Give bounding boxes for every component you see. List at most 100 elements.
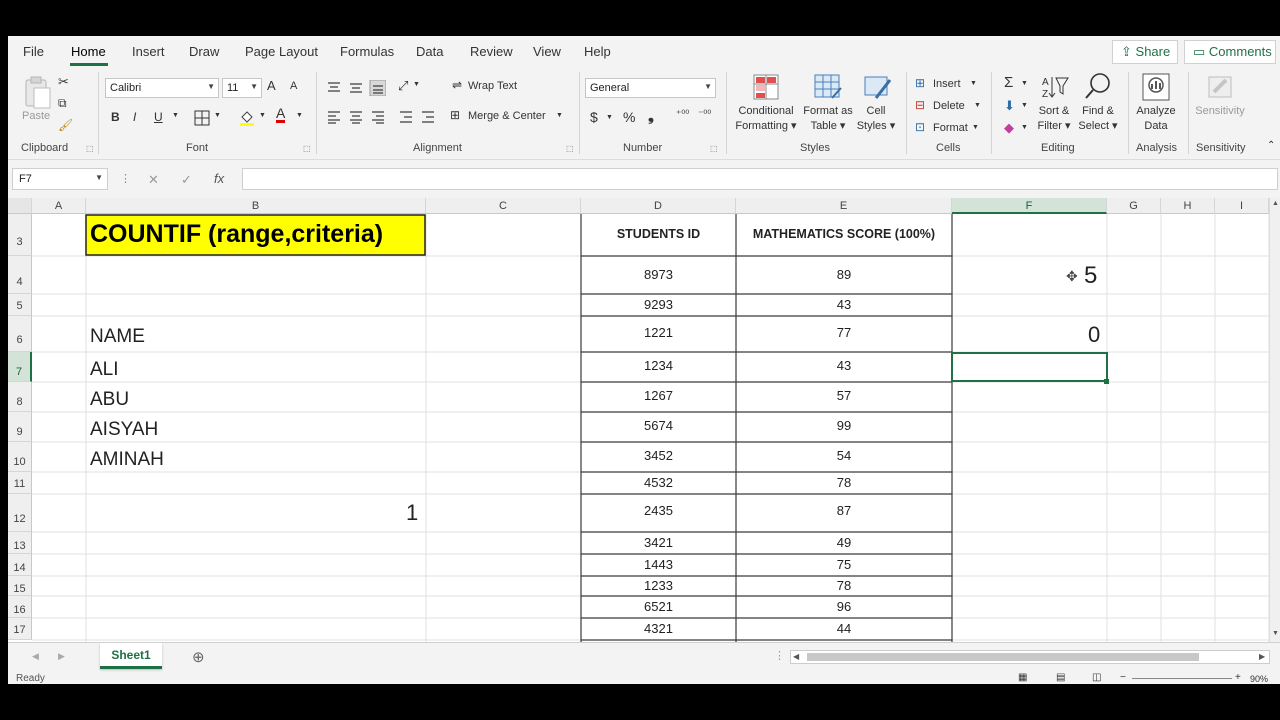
merge-center-button[interactable]: Merge & Center [468, 110, 546, 122]
share-button[interactable]: ⇪ Share [1112, 40, 1178, 64]
table-cell-score[interactable]: 78 [736, 475, 952, 490]
orientation-icon[interactable]: ⤢ [398, 78, 408, 94]
bold-button[interactable]: B [111, 110, 120, 124]
table-cell-score[interactable]: 49 [736, 535, 952, 550]
table-cell-score[interactable]: 99 [736, 418, 952, 433]
table-cell-id[interactable]: 3452 [581, 448, 736, 463]
table-cell-id[interactable]: 2435 [581, 503, 736, 518]
wrap-text-button[interactable]: Wrap Text [468, 80, 517, 92]
cell-b7[interactable]: ALI [90, 359, 119, 381]
tab-review[interactable]: Review [470, 44, 513, 59]
shrink-font-button[interactable]: A [290, 80, 297, 92]
scroll-left-icon[interactable]: ◀ [793, 652, 799, 661]
tab-formulas[interactable]: Formulas [340, 44, 394, 59]
tab-insert[interactable]: Insert [132, 44, 165, 59]
collapse-ribbon-icon[interactable]: ⌃ [1267, 140, 1275, 151]
table-cell-score[interactable]: 43 [736, 358, 952, 373]
zoom-level[interactable]: 90% [1250, 673, 1268, 684]
paste-button[interactable]: Paste [22, 110, 50, 122]
table-cell-score[interactable]: 54 [736, 448, 952, 463]
grow-font-button[interactable]: A [267, 78, 276, 93]
find-select-button[interactable]: Find & Select ▾ [1076, 104, 1120, 134]
fill-icon[interactable]: ⬇ [1004, 98, 1015, 114]
row-header-13[interactable]: 13 [8, 532, 32, 554]
chevron-down-icon[interactable]: ▼ [974, 102, 981, 109]
chevron-down-icon[interactable]: ▼ [214, 112, 221, 119]
cell-f4[interactable]: 5 [1084, 262, 1097, 290]
table-cell-id[interactable]: 1233 [581, 578, 736, 593]
insert-cells-button[interactable]: Insert [933, 78, 961, 90]
format-as-table-button[interactable]: Format as Table ▾ [800, 104, 856, 134]
cancel-icon[interactable]: ✕ [148, 172, 159, 188]
table-cell-id[interactable]: 4321 [581, 621, 736, 636]
tab-home[interactable]: Home [71, 44, 106, 59]
table-cell-id[interactable]: 1267 [581, 388, 736, 403]
insert-function-icon[interactable]: fx [214, 171, 224, 186]
chevron-down-icon[interactable]: ▼ [172, 112, 179, 119]
cell-styles-icon[interactable] [864, 74, 892, 100]
zoom-slider[interactable] [1132, 678, 1232, 679]
tab-data[interactable]: Data [416, 44, 443, 59]
scroll-thumb[interactable] [807, 653, 1199, 661]
row-header-12[interactable]: 12 [8, 494, 32, 532]
merge-center-icon[interactable]: ⊞ [450, 108, 460, 122]
delete-cells-icon[interactable]: ⊟ [915, 98, 925, 112]
table-cell-score[interactable]: 57 [736, 388, 952, 403]
table-header-students-id[interactable]: STUDENTS ID [581, 227, 736, 241]
table-header-math-score[interactable]: MATHEMATICS SCORE (100%) [736, 227, 952, 241]
table-cell-id[interactable]: 1221 [581, 325, 736, 340]
font-color-icon[interactable]: A [276, 106, 286, 123]
row-header-8[interactable]: 8 [8, 382, 32, 412]
table-cell-score[interactable]: 44 [736, 621, 952, 636]
cell-styles-button[interactable]: Cell Styles ▾ [854, 104, 898, 134]
horizontal-scrollbar[interactable]: ◀ ▶ [790, 650, 1270, 664]
tab-help[interactable]: Help [584, 44, 611, 59]
tab-draw[interactable]: Draw [189, 44, 219, 59]
chevron-down-icon[interactable]: ▼ [1021, 80, 1028, 87]
clipboard-launcher-icon[interactable]: ⬚ [86, 144, 94, 153]
row-header-6[interactable]: 6 [8, 316, 32, 352]
scroll-right-icon[interactable]: ▶ [1259, 652, 1265, 661]
scroll-down-icon[interactable]: ▼ [1272, 630, 1279, 637]
cell-b6[interactable]: NAME [90, 326, 145, 348]
decrease-decimal-icon[interactable]: ⁻⁰⁰ [698, 109, 711, 120]
chevron-down-icon[interactable]: ▼ [556, 112, 563, 119]
chevron-down-icon[interactable]: ▼ [1021, 124, 1028, 131]
fill-color-icon[interactable] [238, 109, 256, 127]
cell-f6[interactable]: 0 [1088, 322, 1100, 348]
more-options-icon[interactable]: ⋮ [774, 649, 785, 662]
normal-view-icon[interactable]: ▦ [1018, 672, 1027, 684]
format-cells-button[interactable]: Format [933, 122, 968, 134]
chevron-down-icon[interactable]: ▼ [1021, 102, 1028, 109]
table-cell-score[interactable]: 75 [736, 557, 952, 572]
format-cells-icon[interactable]: ⊡ [915, 120, 925, 134]
zoom-out-icon[interactable]: − [1120, 672, 1126, 684]
table-cell-id[interactable]: 6521 [581, 599, 736, 614]
analyze-data-icon[interactable] [1141, 72, 1171, 102]
row-header-3[interactable]: 3 [8, 214, 32, 256]
prev-sheet-icon[interactable]: ◀ [32, 651, 39, 662]
next-sheet-icon[interactable]: ▶ [58, 651, 65, 662]
row-header-7[interactable]: 7 [8, 352, 32, 382]
table-cell-score[interactable]: 89 [736, 267, 952, 282]
page-layout-view-icon[interactable]: ▤ [1056, 672, 1065, 684]
vertical-scrollbar[interactable]: ▲ ▼ [1269, 198, 1280, 642]
name-box[interactable]: F7 ▼ [12, 168, 108, 190]
font-name-select[interactable]: Calibri ▼ [105, 78, 219, 98]
cell-b12[interactable]: 1 [406, 500, 418, 526]
comments-button[interactable]: ▭ Comments [1184, 40, 1276, 64]
clear-icon[interactable]: ◆ [1004, 120, 1014, 136]
find-select-icon[interactable] [1084, 72, 1112, 100]
wrap-text-icon[interactable]: ⇌ [452, 78, 462, 92]
row-header-4[interactable]: 4 [8, 256, 32, 294]
chevron-down-icon[interactable]: ▼ [606, 114, 613, 121]
insert-cells-icon[interactable]: ⊞ [915, 76, 925, 90]
horizontal-align-icons[interactable] [326, 110, 436, 124]
table-cell-score[interactable]: 78 [736, 578, 952, 593]
analyze-data-button[interactable]: Analyze Data [1132, 104, 1180, 134]
add-sheet-icon[interactable]: ⊕ [192, 648, 205, 666]
scroll-up-icon[interactable]: ▲ [1272, 200, 1279, 207]
format-as-table-icon[interactable] [814, 74, 842, 100]
number-format-select[interactable]: General ▼ [585, 78, 716, 98]
percent-button[interactable]: % [623, 109, 635, 125]
